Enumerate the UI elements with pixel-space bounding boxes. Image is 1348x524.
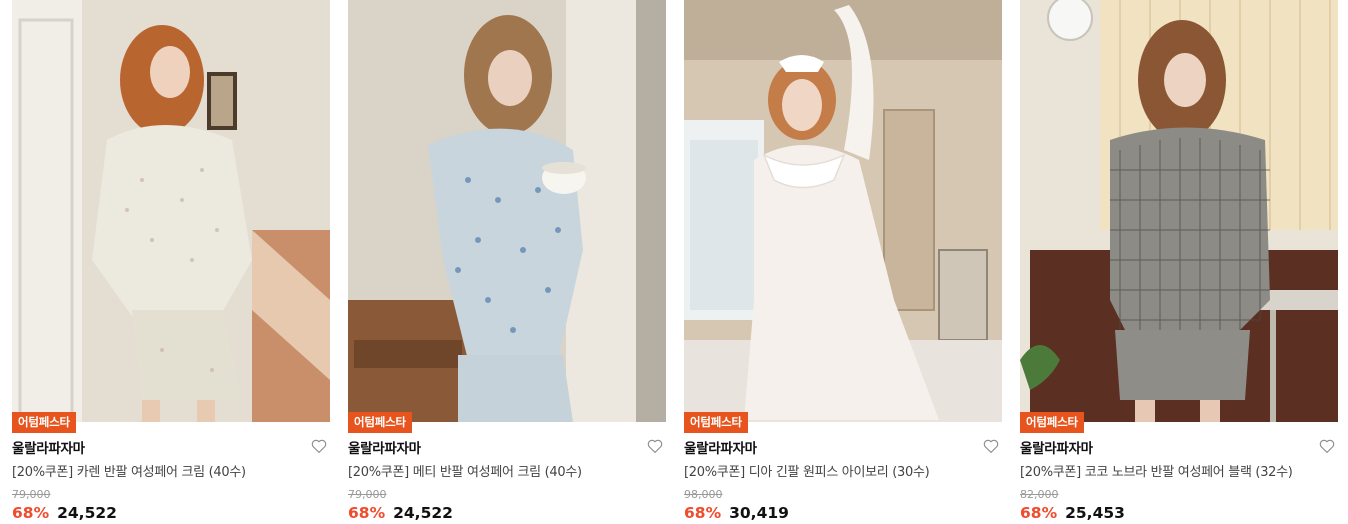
product-photo-1 [12,0,330,422]
product-card[interactable]: 어텀페스타 울랄라파자마 [20%쿠폰] 디아 긴팔 원피스 아이보리 (30수… [684,0,1002,524]
event-badge: 어텀페스타 [1020,412,1084,433]
product-photo-3 [684,0,1002,422]
product-photo-2 [348,0,666,422]
event-badge: 어텀페스타 [684,412,748,433]
sale-price: 24,522 [57,504,117,522]
brand-name[interactable]: 울랄라파자마 [1020,437,1093,457]
heart-outline-icon[interactable] [982,437,1000,455]
product-image[interactable] [684,0,1002,422]
product-card[interactable]: 어텀페스타 울랄라파자마 [20%쿠폰] 메티 반팔 여성페어 크림 (40수)… [348,0,666,524]
brand-name[interactable]: 울랄라파자마 [684,437,757,457]
sale-price: 25,453 [1065,504,1125,522]
original-price: 82,000 [1020,488,1059,501]
heart-outline-icon[interactable] [310,437,328,455]
brand-name[interactable]: 울랄라파자마 [12,437,85,457]
product-card[interactable]: 어텀페스타 울랄라파자마 [20%쿠폰] 카렌 반팔 여성페어 크림 (40수)… [12,0,330,524]
price-line: 68% 24,522 [12,504,117,522]
sale-price: 30,419 [729,504,789,522]
product-title[interactable]: [20%쿠폰] 메티 반팔 여성페어 크림 (40수) [348,461,582,480]
price-line: 68% 30,419 [684,504,789,522]
price-line: 68% 25,453 [1020,504,1125,522]
product-title[interactable]: [20%쿠폰] 디아 긴팔 원피스 아이보리 (30수) [684,461,930,480]
heart-outline-icon[interactable] [646,437,664,455]
brand-name[interactable]: 울랄라파자마 [348,437,421,457]
product-card[interactable]: 어텀페스타 울랄라파자마 [20%쿠폰] 코코 노브라 반팔 여성페어 블랙 (… [1020,0,1338,524]
heart-outline-icon[interactable] [1318,437,1336,455]
discount-rate: 68% [684,504,722,522]
product-grid: 어텀페스타 울랄라파자마 [20%쿠폰] 카렌 반팔 여성페어 크림 (40수)… [0,0,1348,524]
product-image[interactable] [348,0,666,422]
discount-rate: 68% [348,504,386,522]
product-image[interactable] [1020,0,1338,422]
price-line: 68% 24,522 [348,504,453,522]
event-badge: 어텀페스타 [12,412,76,433]
event-badge: 어텀페스타 [348,412,412,433]
product-image[interactable] [12,0,330,422]
discount-rate: 68% [12,504,50,522]
product-title[interactable]: [20%쿠폰] 카렌 반팔 여성페어 크림 (40수) [12,461,246,480]
original-price: 98,000 [684,488,723,501]
discount-rate: 68% [1020,504,1058,522]
product-photo-4 [1020,0,1338,422]
original-price: 79,000 [12,488,51,501]
product-title[interactable]: [20%쿠폰] 코코 노브라 반팔 여성페어 블랙 (32수) [1020,461,1293,480]
original-price: 79,000 [348,488,387,501]
sale-price: 24,522 [393,504,453,522]
